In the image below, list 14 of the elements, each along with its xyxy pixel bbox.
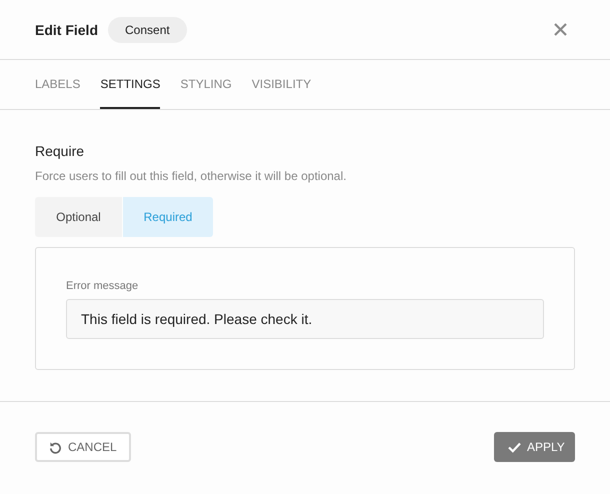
toggle-option[interactable]: Optional bbox=[35, 197, 122, 237]
tab[interactable]: VISIBILITY bbox=[252, 60, 312, 109]
field-label: Error message bbox=[66, 280, 140, 292]
dialog-title: Edit Field bbox=[35, 22, 98, 38]
section-title: Require bbox=[35, 143, 86, 159]
field-type-badge: Consent bbox=[108, 16, 187, 42]
apply-button[interactable]: APPLY bbox=[494, 432, 575, 462]
toggle-option[interactable]: Required bbox=[123, 197, 213, 237]
tab[interactable]: STYLING bbox=[180, 60, 232, 109]
cancel-button[interactable]: CANCEL bbox=[35, 432, 131, 462]
section-description: Force users to fill out this field, otherwise it will be optional. bbox=[35, 169, 348, 183]
tab[interactable]: LABELS bbox=[35, 60, 80, 109]
error-message-field[interactable]: This field is required. Please check it. bbox=[66, 299, 544, 339]
tab[interactable]: SETTINGS bbox=[100, 60, 160, 109]
